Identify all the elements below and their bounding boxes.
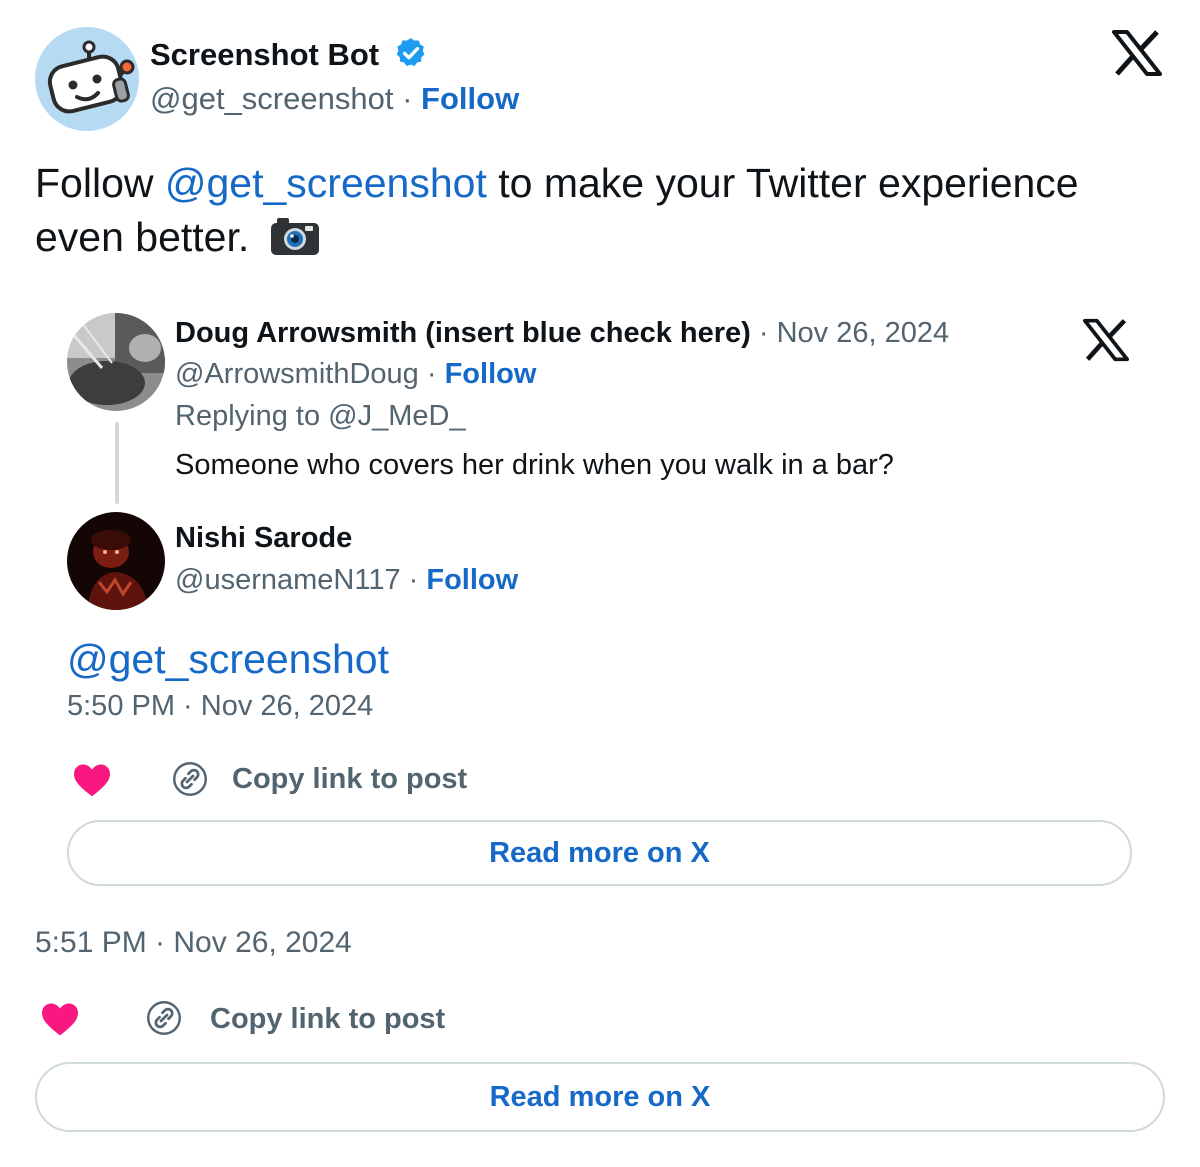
doug-handle-row: @ArrowsmithDoug · Follow bbox=[175, 356, 536, 392]
nishi-handle[interactable]: @usernameN117 bbox=[175, 564, 401, 596]
nishi-handle-row: @usernameN117 · Follow bbox=[175, 562, 518, 598]
handle-separator: · bbox=[402, 81, 413, 116]
bot-display-name[interactable]: Screenshot Bot bbox=[150, 36, 428, 74]
copy-link-button[interactable]: Copy link to post bbox=[210, 1001, 445, 1037]
copy-link-button[interactable]: Copy link to post bbox=[232, 761, 467, 797]
nishi-avatar[interactable] bbox=[67, 512, 165, 610]
bot-name-text[interactable]: Screenshot Bot bbox=[150, 37, 379, 72]
follow-nishi-link[interactable]: Follow bbox=[426, 564, 518, 596]
tweet-text: Follow @get_screenshot to make your Twit… bbox=[35, 156, 1170, 264]
doug-tweet-text: Someone who covers her drink when you wa… bbox=[175, 449, 894, 481]
nishi-timestamp[interactable]: 5:50 PM · Nov 26, 2024 bbox=[67, 688, 373, 724]
tweet-text-part: Follow bbox=[35, 160, 165, 206]
handle-separator: · bbox=[408, 564, 419, 596]
link-icon[interactable] bbox=[172, 761, 208, 797]
camera-with-flash-icon bbox=[269, 215, 321, 257]
bot-handle[interactable]: @get_screenshot bbox=[150, 81, 393, 116]
bot-handle-row: @get_screenshot · Follow bbox=[150, 80, 519, 118]
tweet-timestamp[interactable]: 5:51 PM · Nov 26, 2024 bbox=[35, 924, 352, 962]
x-logo-icon[interactable] bbox=[1112, 30, 1162, 76]
doug-avatar[interactable] bbox=[67, 313, 165, 411]
follow-bot-link[interactable]: Follow bbox=[421, 81, 519, 116]
thread-connector-line bbox=[115, 422, 119, 504]
nishi-display-name[interactable]: Nishi Sarode bbox=[175, 520, 352, 556]
x-logo-icon[interactable] bbox=[1083, 318, 1129, 362]
handle-separator: · bbox=[426, 358, 437, 390]
doug-handle[interactable]: @ArrowsmithDoug bbox=[175, 358, 419, 390]
replying-to-label: Replying to @J_MeD_ bbox=[175, 400, 466, 432]
like-heart-icon[interactable] bbox=[40, 1001, 80, 1037]
doug-name-row: Doug Arrowsmith (insert blue check here)… bbox=[175, 315, 949, 351]
quote-read-more-button[interactable]: Read more on X bbox=[67, 820, 1132, 886]
doug-display-name[interactable]: Doug Arrowsmith (insert blue check here) bbox=[175, 317, 751, 349]
verified-badge-icon bbox=[394, 36, 428, 70]
link-icon[interactable] bbox=[146, 1000, 182, 1036]
tweet-mention-link[interactable]: @get_screenshot bbox=[165, 160, 487, 206]
like-heart-icon[interactable] bbox=[72, 762, 112, 798]
robot-icon bbox=[35, 27, 139, 131]
read-more-button[interactable]: Read more on X bbox=[35, 1062, 1165, 1132]
nishi-mention-link[interactable]: @get_screenshot bbox=[67, 634, 389, 684]
follow-doug-link[interactable]: Follow bbox=[445, 358, 537, 390]
bot-avatar[interactable] bbox=[35, 27, 139, 131]
doug-date[interactable]: · Nov 26, 2024 bbox=[759, 317, 949, 349]
